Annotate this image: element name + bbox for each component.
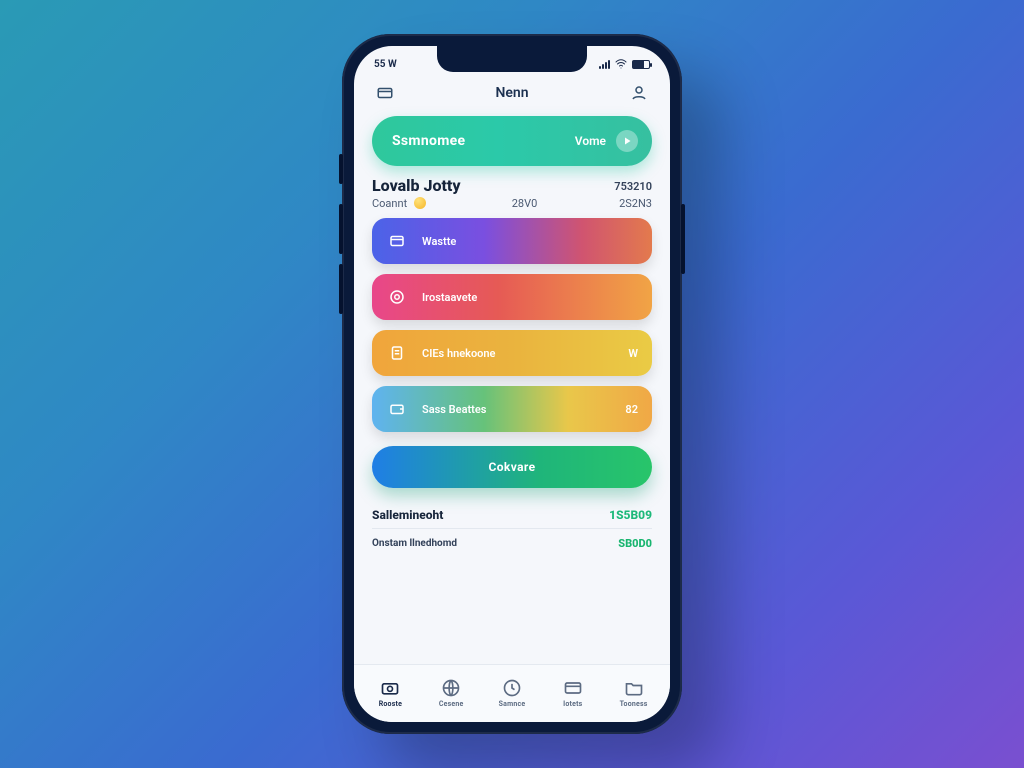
loyalty-right-value: 2S2N3: [619, 197, 652, 210]
tab-home[interactable]: Rooste: [360, 678, 421, 708]
loyalty-total: 753210: [614, 180, 652, 193]
screen: 55 W Nenn Ssmnomee Vome: [354, 46, 670, 722]
category-cards: Wastte Irostaavete CIEs hnekoone W: [354, 218, 670, 432]
card-balances[interactable]: Sass Beattes 82: [372, 386, 652, 432]
tab-bar: Rooste Cesene Samnce Iotets Tooness: [354, 664, 670, 722]
statement-sub-label: Onstam llnedhomd: [372, 538, 457, 549]
coin-icon: [414, 197, 426, 209]
menu-button[interactable]: [372, 80, 398, 106]
tab-more[interactable]: Tooness: [603, 678, 664, 708]
loyalty-count-label: Coannt: [372, 197, 407, 210]
card-restaurants[interactable]: Irostaavete: [372, 274, 652, 320]
tab-label: Iotets: [563, 700, 582, 708]
profile-button[interactable]: [626, 80, 652, 106]
card-trailing: 82: [625, 403, 638, 416]
tab-label: Cesene: [439, 700, 464, 708]
segmented-control[interactable]: Ssmnomee Vome: [372, 116, 652, 166]
card-icon: [563, 678, 583, 698]
statement-heading: Sallemineoht: [372, 508, 443, 522]
tab-scan[interactable]: Samnce: [482, 678, 543, 708]
card-label: Wastte: [422, 235, 456, 248]
app-title: Nenn: [495, 85, 528, 101]
segment-more-button[interactable]: [616, 130, 638, 152]
wifi-icon: [615, 58, 627, 70]
play-icon: [621, 135, 633, 147]
card-label: Sass Beattes: [422, 403, 486, 416]
tab-search[interactable]: Cesene: [421, 678, 482, 708]
target-icon: [386, 286, 408, 308]
card-income[interactable]: CIEs hnekoone W: [372, 330, 652, 376]
loyalty-section: Lovalb Jotty 753210 Coannt 28V0 2S2N3: [354, 176, 670, 218]
statement-amount: 1S5B09: [609, 508, 652, 522]
compare-button[interactable]: Cokvare: [372, 446, 652, 488]
statement-section: Sallemineoht 1S5B09 Onstam llnedhomd SB0…: [354, 498, 670, 554]
card-icon: [376, 84, 394, 102]
statement-sub-amount: SB0D0: [618, 537, 652, 550]
globe-icon: [441, 678, 461, 698]
status-right: [599, 58, 650, 70]
segment-summary[interactable]: Ssmnomee: [392, 133, 465, 149]
tab-label: Rooste: [379, 700, 402, 708]
doc-icon: [386, 342, 408, 364]
clock-icon: [502, 678, 522, 698]
wallet-icon: [386, 398, 408, 420]
divider: [372, 528, 652, 529]
card-waste[interactable]: Wastte: [372, 218, 652, 264]
status-time: 55 W: [374, 59, 397, 70]
tab-label: Samnce: [499, 700, 526, 708]
battery-icon: [632, 60, 650, 69]
signal-icon: [599, 60, 610, 69]
loyalty-title: Lovalb Jotty: [372, 176, 461, 195]
topbar: Nenn: [354, 76, 670, 110]
card-label: Irostaavete: [422, 291, 477, 304]
folder-icon: [624, 678, 644, 698]
user-icon: [630, 84, 648, 102]
card-trailing: W: [628, 347, 638, 360]
tab-wallet[interactable]: Iotets: [542, 678, 603, 708]
camera-icon: [380, 678, 400, 698]
compare-label: Cokvare: [488, 460, 535, 474]
segment-vome[interactable]: Vome: [575, 134, 606, 148]
loyalty-mid-value: 28V0: [512, 197, 538, 210]
card-label: CIEs hnekoone: [422, 347, 495, 360]
notch: [437, 46, 587, 72]
phone-frame: 55 W Nenn Ssmnomee Vome: [342, 34, 682, 734]
card-icon: [386, 230, 408, 252]
tab-label: Tooness: [620, 700, 648, 708]
